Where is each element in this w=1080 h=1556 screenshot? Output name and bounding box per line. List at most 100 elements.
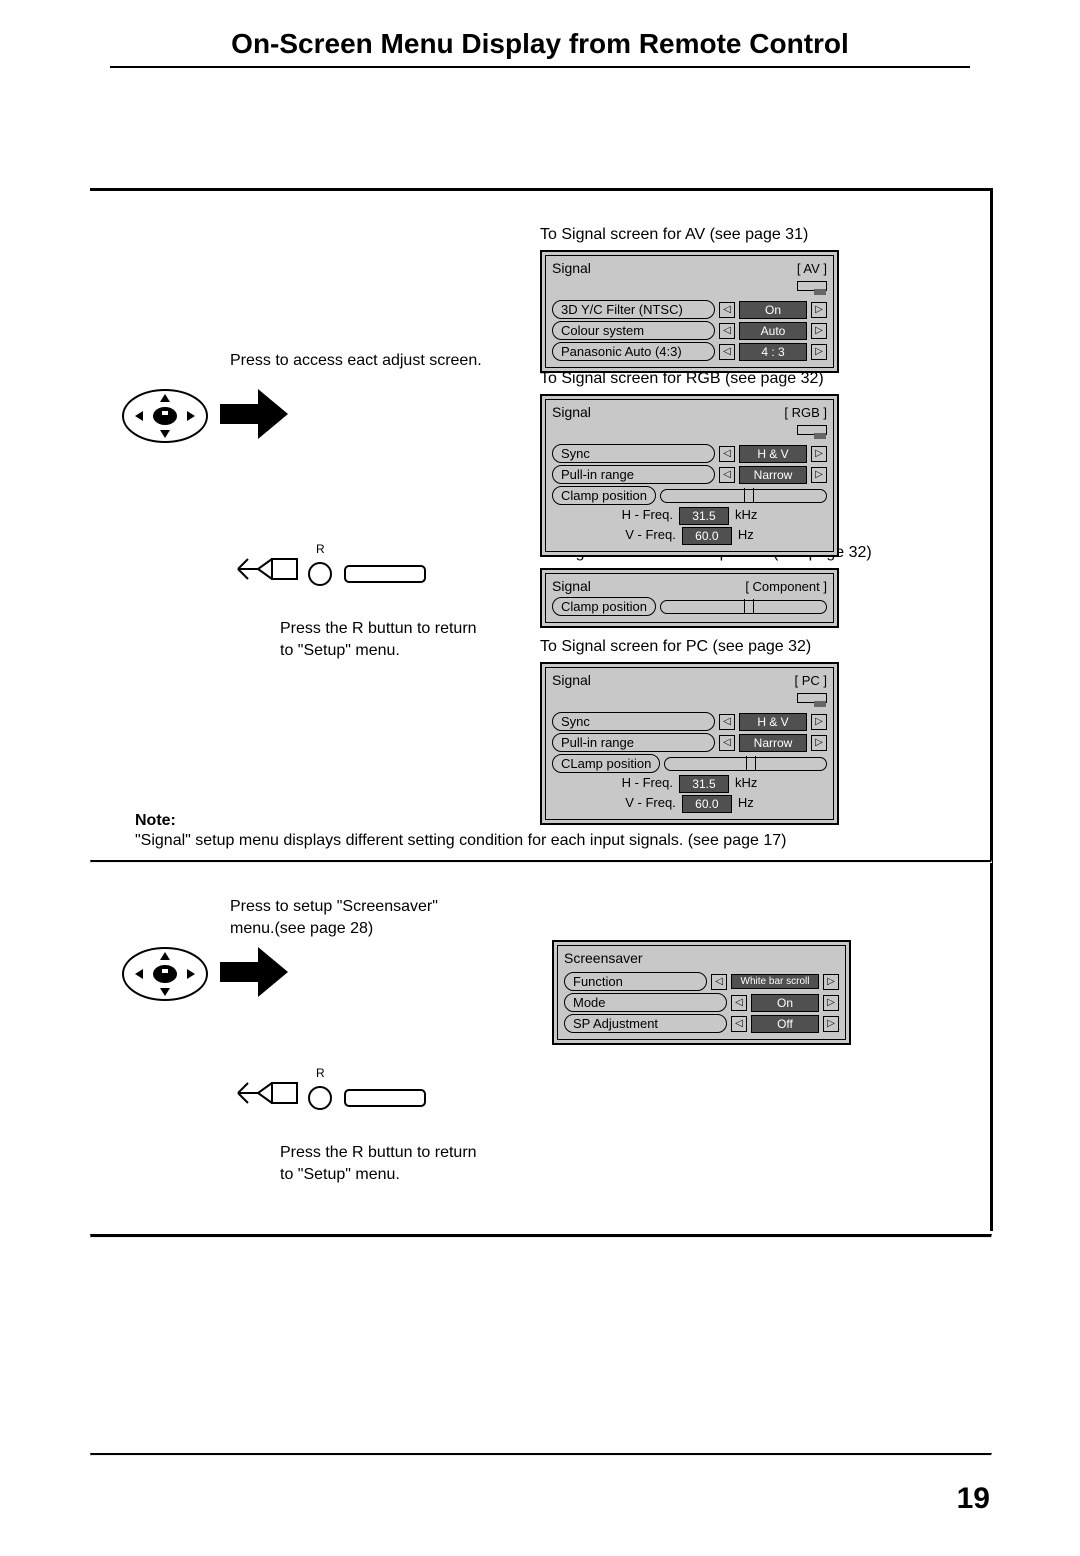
page-title: On-Screen Menu Display from Remote Contr… <box>0 28 1080 60</box>
hfreq-label: H - Freq. <box>622 775 673 793</box>
panel-screensaver: Screensaver Function◁White bar scroll▷ M… <box>552 940 851 1045</box>
hfreq-label: H - Freq. <box>622 507 673 525</box>
right-arrow-icon[interactable]: ▷ <box>811 344 827 360</box>
clamp-label: Clamp position <box>552 597 656 616</box>
right-arrow-icon[interactable]: ▷ <box>811 323 827 339</box>
row-value: Auto <box>739 322 807 340</box>
row-value: 4 : 3 <box>739 343 807 361</box>
clamp-label: Clamp position <box>552 486 656 505</box>
panel-signal-component: Signal [ Component ] Clamp position <box>540 568 839 628</box>
panel-title-pc: Signal <box>552 672 591 688</box>
panel-signal-pc: Signal [ PC ] Sync◁H & V▷ Pull-in range◁… <box>540 662 839 825</box>
clamp-slider[interactable] <box>664 757 827 771</box>
caption-screensaver-2: menu.(see page 28) <box>230 918 373 940</box>
panel-title-rgb: Signal <box>552 404 591 420</box>
panel-mode-component: Component <box>753 579 820 594</box>
row-value: Narrow <box>739 734 807 752</box>
row-value: H & V <box>739 445 807 463</box>
panel-title-screensaver: Screensaver <box>564 950 839 966</box>
arrow-right-icon <box>220 947 290 1002</box>
row-value: Off <box>751 1015 819 1033</box>
right-arrow-icon[interactable]: ▷ <box>811 467 827 483</box>
row-label: Sync <box>552 712 715 731</box>
panel-signal-av: Signal [ AV ] 3D Y/C Filter (NTSC)◁On▷ C… <box>540 250 839 373</box>
r-button-illustration-1: R <box>220 544 430 594</box>
caption-press-r-2b: to "Setup" menu. <box>280 1164 400 1186</box>
left-arrow-icon[interactable]: ◁ <box>719 323 735 339</box>
caption-pc: To Signal screen for PC (see page 32) <box>540 636 811 658</box>
right-arrow-icon[interactable]: ▷ <box>823 995 839 1011</box>
row-label: Function <box>564 972 707 991</box>
dpad-icon <box>120 386 210 446</box>
panel-title-av: Signal <box>552 260 591 276</box>
panel-title-component: Signal <box>552 578 591 594</box>
note-label: Note: <box>135 810 176 832</box>
clamp-slider[interactable] <box>660 600 827 614</box>
hfreq-unit: kHz <box>735 775 757 793</box>
vfreq-value: 60.0 <box>682 795 732 813</box>
left-arrow-icon[interactable]: ◁ <box>719 467 735 483</box>
left-arrow-icon[interactable]: ◁ <box>719 735 735 751</box>
right-arrow-icon[interactable]: ▷ <box>811 735 827 751</box>
vfreq-unit: Hz <box>738 795 754 813</box>
left-arrow-icon[interactable]: ◁ <box>719 302 735 318</box>
vfreq-unit: Hz <box>738 527 754 545</box>
row-label: Sync <box>552 444 715 463</box>
row-label: Colour system <box>552 321 715 340</box>
left-arrow-icon[interactable]: ◁ <box>731 1016 747 1032</box>
pip-icon <box>797 425 827 435</box>
pip-icon <box>797 281 827 291</box>
caption-press-r-1b: to "Setup" menu. <box>280 640 400 662</box>
pip-icon <box>797 693 827 703</box>
row-label: Panasonic Auto (4:3) <box>552 342 715 361</box>
note-text: "Signal" setup menu displays different s… <box>135 830 975 852</box>
row-value: Narrow <box>739 466 807 484</box>
vfreq-value: 60.0 <box>682 527 732 545</box>
row-value: H & V <box>739 713 807 731</box>
panel-mode-rgb: RGB <box>792 405 820 420</box>
r-label: R <box>316 542 325 556</box>
row-label: Pull-in range <box>552 465 715 484</box>
caption-av: To Signal screen for AV (see page 31) <box>540 224 808 246</box>
right-arrow-icon[interactable]: ▷ <box>811 302 827 318</box>
clamp-label: CLamp position <box>552 754 660 773</box>
right-arrow-icon[interactable]: ▷ <box>811 714 827 730</box>
right-arrow-icon[interactable]: ▷ <box>823 974 839 990</box>
caption-press-r-1a: Press the R buttun to return <box>280 618 477 640</box>
panel-mode-pc: PC <box>802 673 820 688</box>
row-value: White bar scroll <box>731 974 819 989</box>
left-arrow-icon[interactable]: ◁ <box>719 714 735 730</box>
vfreq-label: V - Freq. <box>625 795 676 813</box>
title-rule <box>110 66 970 68</box>
row-label: 3D Y/C Filter (NTSC) <box>552 300 715 319</box>
hfreq-unit: kHz <box>735 507 757 525</box>
arrow-right-icon <box>220 389 290 444</box>
caption-screensaver-1: Press to setup "Screensaver" <box>230 896 438 918</box>
right-arrow-icon[interactable]: ▷ <box>811 446 827 462</box>
hfreq-value: 31.5 <box>679 507 729 525</box>
dpad-illustration-1 <box>120 386 290 446</box>
clamp-slider[interactable] <box>660 489 827 503</box>
r-button-illustration-2: R <box>220 1068 430 1118</box>
row-value: On <box>739 301 807 319</box>
row-label: Pull-in range <box>552 733 715 752</box>
footer-rule <box>90 1453 992 1456</box>
page-number: 19 <box>957 1482 990 1516</box>
right-arrow-icon[interactable]: ▷ <box>823 1016 839 1032</box>
left-arrow-icon[interactable]: ◁ <box>731 995 747 1011</box>
caption-press-r-2a: Press the R buttun to return <box>280 1142 477 1164</box>
section-rule <box>90 860 992 863</box>
panel-mode-av: AV <box>803 261 819 276</box>
row-label: SP Adjustment <box>564 1014 727 1033</box>
row-value: On <box>751 994 819 1012</box>
left-arrow-icon[interactable]: ◁ <box>719 344 735 360</box>
left-arrow-icon[interactable]: ◁ <box>719 446 735 462</box>
left-arrow-icon[interactable]: ◁ <box>711 974 727 990</box>
caption-press-access: Press to access eact adjust screen. <box>230 350 482 372</box>
vfreq-label: V - Freq. <box>625 527 676 545</box>
row-label: Mode <box>564 993 727 1012</box>
frame-bottom-rule <box>90 1234 992 1238</box>
r-label: R <box>316 1066 325 1080</box>
dpad-icon <box>120 944 210 1004</box>
hfreq-value: 31.5 <box>679 775 729 793</box>
